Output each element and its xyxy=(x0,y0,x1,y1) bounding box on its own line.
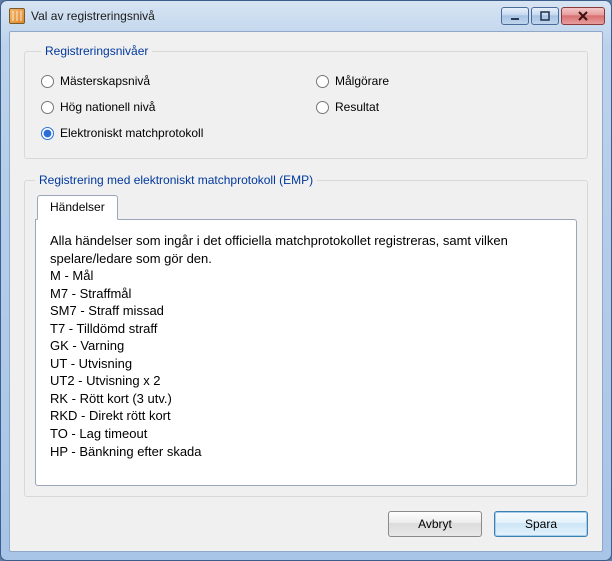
window-title: Val av registreringsnivå xyxy=(31,9,501,23)
groupbox-registration-levels: Registreringsnivåer Mästerskapsnivå Målg… xyxy=(24,44,588,159)
emp-event-line: M - Mål xyxy=(50,267,562,285)
emp-event-line: RKD - Direkt rött kort xyxy=(50,407,562,425)
emp-event-line: HP - Bänkning efter skada xyxy=(50,443,562,461)
radio-label: Målgörare xyxy=(335,74,389,88)
tab-handelser[interactable]: Händelser xyxy=(37,195,118,220)
radio-resultat[interactable]: Resultat xyxy=(316,100,571,114)
radio-input[interactable] xyxy=(41,127,54,140)
radio-label: Mästerskapsnivå xyxy=(60,74,150,88)
cancel-button[interactable]: Avbryt xyxy=(388,511,482,537)
emp-event-line: M7 - Straffmål xyxy=(50,285,562,303)
minimize-button[interactable] xyxy=(501,7,529,25)
radio-grid: Mästerskapsnivå Målgörare Hög nationell … xyxy=(41,72,571,140)
emp-event-line: SM7 - Straff missad xyxy=(50,302,562,320)
emp-event-line: UT2 - Utvisning x 2 xyxy=(50,372,562,390)
emp-event-line: UT - Utvisning xyxy=(50,355,562,373)
emp-event-line: GK - Varning xyxy=(50,337,562,355)
minimize-icon xyxy=(510,11,520,21)
radio-hog-nationell-niva[interactable]: Hög nationell nivå xyxy=(41,100,296,114)
tabstrip: Händelser xyxy=(35,195,577,220)
close-icon xyxy=(577,11,589,21)
maximize-icon xyxy=(540,11,550,21)
groupbox-legend: Registreringsnivåer xyxy=(41,44,152,58)
window-frame: Val av registreringsnivå xyxy=(0,0,612,561)
maximize-button[interactable] xyxy=(531,7,559,25)
radio-input[interactable] xyxy=(316,101,329,114)
radio-input[interactable] xyxy=(41,101,54,114)
save-button[interactable]: Spara xyxy=(494,511,588,537)
emp-event-line: TO - Lag timeout xyxy=(50,425,562,443)
radio-label: Elektroniskt matchprotokoll xyxy=(60,126,203,140)
radio-masterskapsniva[interactable]: Mästerskapsnivå xyxy=(41,74,296,88)
emp-event-line: T7 - Tilldömd straff xyxy=(50,320,562,338)
radio-elektroniskt-matchprotokoll[interactable]: Elektroniskt matchprotokoll xyxy=(41,126,296,140)
emp-event-list: M - MålM7 - StraffmålSM7 - Straff missad… xyxy=(50,267,562,460)
emp-event-line: RK - Rött kort (3 utv.) xyxy=(50,390,562,408)
radio-input[interactable] xyxy=(41,75,54,88)
client-area: Registreringsnivåer Mästerskapsnivå Målg… xyxy=(9,31,603,552)
titlebar: Val av registreringsnivå xyxy=(1,1,611,31)
tab-content: Alla händelser som ingår i det officiell… xyxy=(35,219,577,486)
app-icon xyxy=(9,8,25,24)
footer-buttons: Avbryt Spara xyxy=(24,509,588,537)
radio-input[interactable] xyxy=(316,75,329,88)
emp-intro-text: Alla händelser som ingår i det officiell… xyxy=(50,232,562,267)
radio-malgorare[interactable]: Målgörare xyxy=(316,74,571,88)
radio-label: Hög nationell nivå xyxy=(60,100,155,114)
close-button[interactable] xyxy=(561,7,605,25)
window-buttons xyxy=(501,7,605,25)
radio-label: Resultat xyxy=(335,100,379,114)
groupbox-emp-legend: Registrering med elektroniskt matchproto… xyxy=(35,173,317,187)
groupbox-emp: Registrering med elektroniskt matchproto… xyxy=(24,173,588,497)
